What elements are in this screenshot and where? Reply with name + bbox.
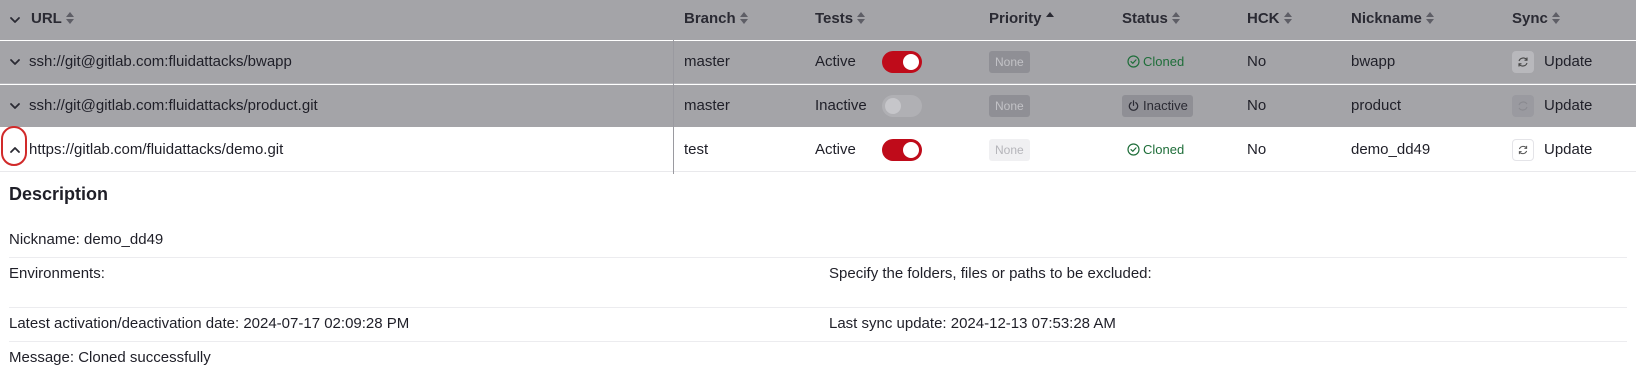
sort-asc-icon[interactable] — [1045, 11, 1054, 25]
priority-badge: None — [989, 51, 1030, 73]
sort-icon[interactable] — [1551, 11, 1560, 25]
branch-cell: master — [684, 97, 730, 114]
chevron-down-icon[interactable] — [8, 13, 22, 27]
header-hck[interactable]: HCK — [1247, 0, 1292, 40]
toggle-knob — [903, 54, 919, 70]
sort-icon[interactable] — [857, 11, 866, 25]
table-row[interactable]: ssh://git@gitlab.com:fluidattacks/produc… — [0, 85, 1636, 127]
sort-icon[interactable] — [1171, 11, 1180, 25]
header-nickname-label: Nickname — [1351, 10, 1422, 27]
sync-label[interactable]: Update — [1544, 85, 1592, 127]
header-branch[interactable]: Branch — [684, 0, 748, 40]
sync-button[interactable] — [1512, 51, 1534, 73]
header-nickname[interactable]: Nickname — [1351, 0, 1434, 40]
column-divider — [673, 40, 674, 174]
nickname-cell: bwapp — [1351, 53, 1396, 70]
hck-cell: No — [1247, 53, 1267, 70]
chevron-down-icon[interactable] — [8, 55, 22, 69]
header-status-label: Status — [1122, 10, 1168, 27]
toggle-knob — [885, 98, 901, 114]
detail-environments: Environments: — [9, 265, 105, 282]
hck-cell: No — [1247, 97, 1267, 114]
expand-button-focus-ring[interactable] — [1, 126, 27, 166]
refresh-icon — [1518, 101, 1528, 111]
sync-label[interactable]: Update — [1544, 129, 1592, 171]
sort-icon[interactable] — [65, 11, 74, 25]
header-url[interactable]: URL — [31, 0, 74, 40]
tests-label: Active — [815, 53, 856, 70]
header-tests[interactable]: Tests — [815, 0, 866, 40]
sync-button[interactable] — [1512, 95, 1534, 117]
detail-nickname: Nickname: demo_dd49 — [9, 231, 164, 248]
priority-badge: None — [989, 139, 1030, 161]
header-tests-label: Tests — [815, 10, 854, 27]
table-header: URL Branch Tests Priority Status HCK Nic… — [0, 0, 1636, 40]
nickname-cell: demo_dd49 — [1351, 141, 1431, 158]
detail-latest-activation: Latest activation/deactivation date: 202… — [9, 315, 410, 332]
header-priority-label: Priority — [989, 10, 1042, 27]
sync-button[interactable] — [1512, 139, 1534, 161]
tests-toggle[interactable] — [882, 51, 922, 73]
url-cell: ssh://git@gitlab.com:fluidattacks/produc… — [29, 97, 318, 114]
chevron-down-icon[interactable] — [8, 99, 22, 113]
header-branch-label: Branch — [684, 10, 736, 27]
status-badge: Cloned — [1122, 139, 1189, 161]
nickname-cell: product — [1351, 97, 1402, 114]
check-circle-icon — [1127, 143, 1140, 156]
sort-icon[interactable] — [739, 11, 748, 25]
status-text: Cloned — [1143, 142, 1185, 157]
divider — [9, 257, 1627, 258]
status-badge: Cloned — [1122, 51, 1189, 73]
divider — [9, 307, 1627, 308]
header-hck-label: HCK — [1247, 10, 1280, 27]
hck-cell: No — [1247, 141, 1267, 158]
detail-excluded-paths: Specify the folders, files or paths to b… — [829, 265, 1152, 282]
detail-last-sync: Last sync update: 2024-12-13 07:53:28 AM — [829, 315, 1116, 332]
branch-cell: master — [684, 53, 730, 70]
url-cell: https://gitlab.com/fluidattacks/demo.git — [29, 141, 284, 158]
detail-message: Message: Cloned successfully — [9, 349, 211, 366]
header-url-label: URL — [31, 10, 62, 27]
tests-label: Inactive — [815, 97, 867, 114]
tests-toggle[interactable] — [882, 139, 922, 161]
status-badge: Inactive — [1122, 95, 1193, 117]
status-text: Cloned — [1143, 54, 1185, 69]
tests-toggle[interactable] — [882, 95, 922, 117]
table-row[interactable]: https://gitlab.com/fluidattacks/demo.git… — [0, 129, 1636, 172]
divider — [9, 341, 1627, 342]
status-text: Inactive — [1143, 98, 1188, 113]
power-icon — [1128, 100, 1139, 111]
sort-icon[interactable] — [1425, 11, 1434, 25]
header-sync-label: Sync — [1512, 10, 1548, 27]
refresh-icon — [1518, 57, 1528, 67]
header-sync[interactable]: Sync — [1512, 0, 1560, 40]
refresh-icon — [1518, 145, 1528, 155]
header-priority[interactable]: Priority — [989, 0, 1054, 40]
table-row[interactable]: ssh://git@gitlab.com:fluidattacks/bwapp … — [0, 41, 1636, 84]
header-status[interactable]: Status — [1122, 0, 1180, 40]
check-circle-icon — [1127, 55, 1140, 68]
sync-label[interactable]: Update — [1544, 41, 1592, 83]
priority-badge: None — [989, 95, 1030, 117]
branch-cell: test — [684, 141, 709, 158]
sort-icon[interactable] — [1283, 11, 1292, 25]
tests-label: Active — [815, 141, 856, 158]
description-title: Description — [9, 184, 109, 204]
url-cell: ssh://git@gitlab.com:fluidattacks/bwapp — [29, 53, 292, 70]
toggle-knob — [903, 142, 919, 158]
